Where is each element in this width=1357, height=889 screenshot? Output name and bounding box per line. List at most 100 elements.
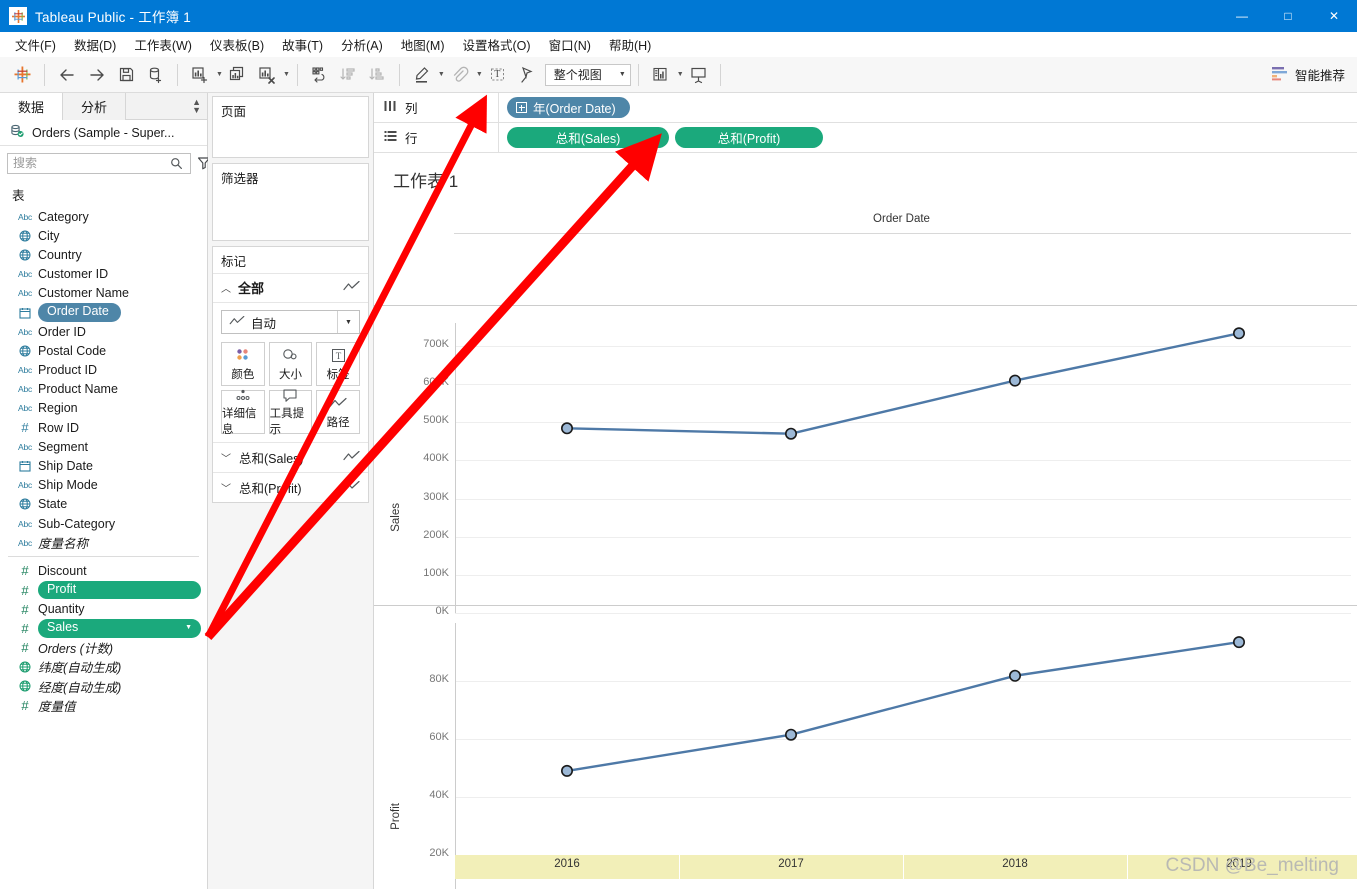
field-item[interactable]: Abc Ship Mode [0,476,207,495]
field-item[interactable]: City [0,226,207,245]
marks-path-button[interactable]: 路径 [316,390,360,434]
chevron-down-icon[interactable]: ▼ [337,311,359,333]
field-item[interactable]: Abc Product ID [0,361,207,380]
fix-axes-icon[interactable] [512,61,541,89]
chevron-down-icon[interactable]: ▼ [438,71,445,78]
field-item[interactable]: # Sales ▼ [0,619,207,638]
pages-card[interactable]: 页面 [212,96,369,158]
duplicate-sheet-icon[interactable] [223,61,252,89]
chevron-down-icon[interactable]: ▼ [185,624,192,633]
x-tick-label[interactable]: 2016 [517,858,617,870]
chevron-down-icon[interactable]: ▼ [677,71,684,78]
field-item[interactable]: # Row ID [0,418,207,437]
marks-detail-button[interactable]: 详细信息 [221,389,265,436]
menu-help[interactable]: 帮助(H) [600,32,660,57]
presentation-mode-icon[interactable] [684,61,713,89]
menu-file[interactable]: 文件(F) [6,32,65,57]
x-tick-label[interactable]: 2017 [741,858,841,870]
marks-all-row[interactable]: ︿ 全部 [213,274,368,303]
field-item[interactable]: Abc Segment [0,437,207,456]
menu-analysis[interactable]: 分析(A) [332,32,392,57]
chevron-down-icon[interactable]: ﹀ [221,450,231,465]
back-arrow-icon[interactable] [52,61,82,89]
fit-view-select[interactable]: 整个视图 ▼ [544,63,631,86]
field-item[interactable]: Postal Code [0,341,207,360]
y-axis-title[interactable]: Profit [390,803,402,830]
field-item[interactable]: 经度(自动生成) [0,677,207,696]
chevron-up-icon[interactable]: ︿ [221,280,231,295]
marks-tooltip-button[interactable]: 工具提示 [268,388,313,436]
menu-format[interactable]: 设置格式(O) [454,32,540,57]
field-item[interactable]: # Profit [0,580,207,600]
show-hide-cards-icon[interactable] [646,61,675,89]
field-item[interactable]: # Orders (计数) [0,638,207,657]
menu-dashboard[interactable]: 仪表板(B) [201,32,273,57]
group-members-icon[interactable] [445,61,474,89]
chevron-down-icon[interactable]: ▼ [613,71,626,78]
menu-worksheet[interactable]: 工作表(W) [125,32,201,57]
x-tick-label[interactable]: 2018 [965,858,1065,870]
marks-label-button[interactable]: T 标签 [316,342,360,386]
field-item[interactable]: 纬度(自动生成) [0,657,207,676]
tab-analytics[interactable]: 分析 [62,93,127,120]
tableau-home-icon[interactable] [8,61,37,89]
line-series[interactable] [374,545,1357,889]
sort-ascending-icon[interactable] [334,61,363,89]
chevron-down-icon[interactable]: ▼ [216,71,223,78]
expand-collapse-icon[interactable]: ▲ ▼ [192,97,201,114]
search-input[interactable] [13,156,168,170]
minimize-button[interactable]: — [1219,0,1265,32]
marks-size-button[interactable]: 大小 [268,342,313,386]
new-worksheet-icon[interactable] [185,61,214,89]
chevron-down-icon[interactable]: ﹀ [221,480,231,495]
field-item[interactable]: Abc Sub-Category [0,514,207,533]
smart-recommend-button[interactable]: 智能推荐 [1271,65,1345,84]
field-item[interactable]: Abc Customer Name [0,284,207,303]
rows-shelf-drop[interactable]: 总和(Sales) 总和(Profit) [499,123,1357,153]
field-item[interactable]: Abc Customer ID [0,265,207,284]
pill-sum-sales[interactable]: 总和(Sales) [507,127,669,148]
pill-sum-profit[interactable]: 总和(Profit) [675,127,823,148]
expand-plus-icon[interactable] [516,102,527,113]
menu-data[interactable]: 数据(D) [65,32,125,57]
marks-color-button[interactable]: 颜色 [221,342,265,386]
tab-data[interactable]: 数据 [0,93,63,120]
field-item[interactable]: Abc Product Name [0,380,207,399]
clear-sheet-icon[interactable] [252,61,281,89]
field-item[interactable]: # Discount [0,561,207,580]
marks-measure-card-profit[interactable]: ﹀ 总和(Profit) [213,472,368,502]
marks-measure-card-sales[interactable]: ﹀ 总和(Sales) [213,442,368,472]
maximize-button[interactable]: □ [1265,0,1311,32]
field-item[interactable]: Country [0,245,207,264]
chevron-down-icon[interactable]: ▼ [283,71,290,78]
field-item[interactable]: Abc Order ID [0,322,207,341]
data-source-row[interactable]: Orders (Sample - Super... [0,120,207,146]
pill-year-order-date[interactable]: 年(Order Date) [507,97,630,118]
field-item[interactable]: Abc 度量名称 [0,533,207,552]
field-item[interactable]: Abc Category [0,207,207,226]
columns-shelf[interactable]: 列 年(Order Date) [374,92,1357,123]
new-data-source-icon[interactable] [141,61,170,89]
sort-descending-icon[interactable] [363,61,392,89]
field-item[interactable]: # Quantity [0,600,207,619]
field-item[interactable]: State [0,495,207,514]
y-axis-line[interactable] [455,623,456,889]
chevron-down-icon[interactable]: ▼ [476,71,483,78]
forward-arrow-icon[interactable] [82,61,112,89]
field-item[interactable]: Ship Date [0,456,207,475]
menu-map[interactable]: 地图(M) [392,32,454,57]
close-button[interactable]: ✕ [1311,0,1357,32]
rows-shelf[interactable]: 行 总和(Sales) 总和(Profit) [374,122,1357,153]
field-item[interactable]: Order Date [0,303,207,322]
menu-story[interactable]: 故事(T) [273,32,332,57]
filters-card[interactable]: 筛选器 [212,163,369,241]
save-icon[interactable] [112,61,141,89]
search-input-wrapper[interactable] [7,152,191,174]
field-item[interactable]: # 度量值 [0,696,207,715]
field-item[interactable]: Abc Region [0,399,207,418]
search-icon[interactable] [168,154,185,173]
show-mark-labels-icon[interactable]: T [483,61,512,89]
swap-rows-columns-icon[interactable] [305,61,334,89]
y-axis-title[interactable]: Sales [390,503,402,532]
mark-type-select[interactable]: 自动 ▼ [221,310,360,334]
